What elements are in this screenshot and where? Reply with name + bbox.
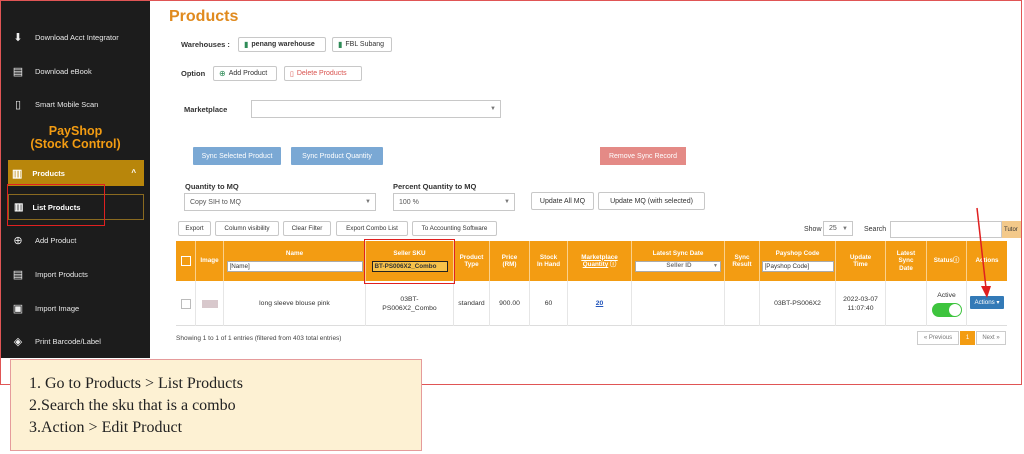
arrow-head xyxy=(981,286,991,298)
instruction-step-1: 1. Go to Products > List Products xyxy=(29,375,243,392)
instruction-note: 1. Go to Products > List Products 2.Sear… xyxy=(10,359,422,451)
arrow-shaft xyxy=(976,207,987,289)
instruction-step-2: 2.Search the sku that is a combo xyxy=(29,397,236,414)
instruction-step-3: 3.Action > Edit Product xyxy=(29,419,183,436)
